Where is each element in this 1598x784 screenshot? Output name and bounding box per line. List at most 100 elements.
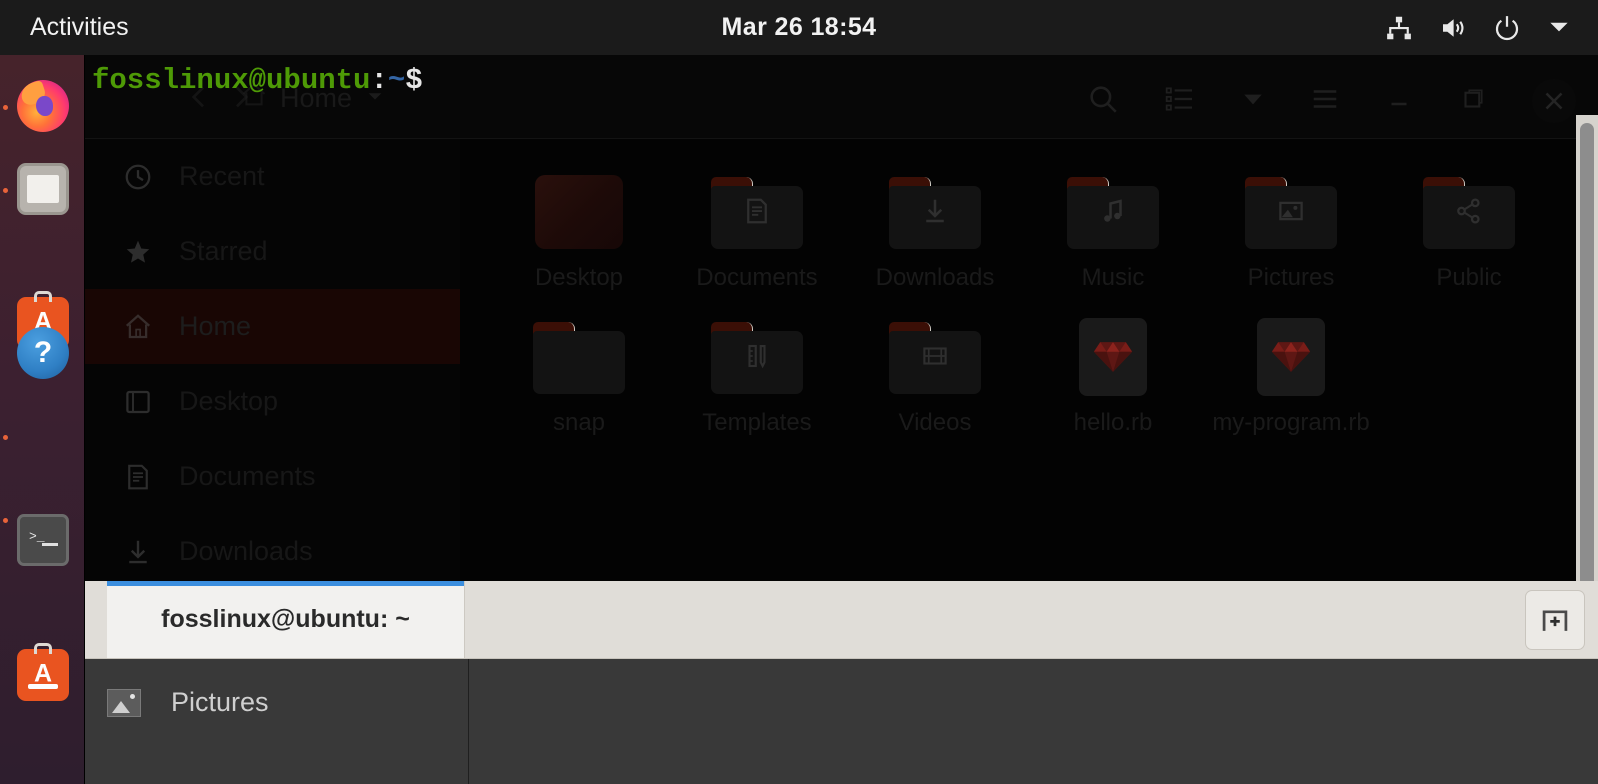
sidebar-item-downloads[interactable]: Downloads: [85, 514, 460, 584]
downloads-icon: [123, 537, 153, 567]
file-manager-scrollbar[interactable]: [1576, 115, 1598, 584]
file-label: hello.rb: [1073, 409, 1153, 437]
clock[interactable]: Mar 26 18:54: [0, 0, 1598, 55]
terminal-tab-label: fosslinux@ubuntu: ~: [161, 605, 410, 633]
file-label: Public: [1436, 264, 1502, 291]
sidebar-item-label: Starred: [179, 236, 268, 266]
running-indicator: [3, 188, 8, 193]
sidebar-item-recent[interactable]: Recent: [85, 139, 460, 214]
file-label: Downloads: [875, 264, 995, 291]
search-icon[interactable]: [1086, 82, 1120, 121]
sidebar-item-label: Documents: [179, 461, 316, 491]
ruby-file-icon: [1067, 314, 1159, 398]
list-item-label: Pictures: [171, 687, 269, 717]
file-item[interactable]: Music: [1024, 155, 1202, 292]
file-label: my-program.rb: [1212, 409, 1370, 437]
folder-icon: [711, 169, 803, 253]
clock-icon: [123, 162, 153, 192]
list-view-icon[interactable]: [1164, 83, 1196, 120]
file-item[interactable]: Pictures: [1202, 155, 1380, 292]
file-label: snap: [552, 409, 606, 437]
breadcrumb-label: Home: [280, 82, 353, 113]
image-icon: [107, 688, 141, 717]
sidebar-item-label: Downloads: [179, 536, 313, 566]
hamburger-menu-icon[interactable]: [1310, 84, 1340, 119]
list-item[interactable]: Pictures: [107, 687, 269, 718]
sidebar-item-label: Home: [179, 311, 252, 341]
ruler-pencil-icon: [711, 340, 803, 377]
file-item[interactable]: hello.rb: [1024, 300, 1202, 437]
breadcrumb[interactable]: Home: [240, 82, 386, 114]
maximize-icon[interactable]: [1458, 84, 1488, 119]
volume-icon[interactable]: [1438, 13, 1468, 43]
star-icon: [123, 237, 153, 267]
system-tray: [1384, 0, 1576, 55]
desktop-screen: Home Recent Starred Home Desktop Documen…: [0, 0, 1598, 784]
folder-icon: [1067, 169, 1159, 253]
folder-icon: [1423, 169, 1515, 253]
ruby-gem-icon: [1271, 342, 1311, 373]
file-manager-header: Home: [85, 55, 1598, 139]
file-label: Videos: [898, 409, 972, 437]
documents-icon: [123, 462, 153, 492]
folder-icon: [533, 314, 625, 398]
back-button[interactable]: [183, 81, 215, 113]
file-item[interactable]: Videos: [846, 300, 1024, 437]
sidebar-item-documents[interactable]: Documents: [85, 439, 460, 514]
close-icon[interactable]: [1532, 79, 1576, 123]
file-item[interactable]: Documents: [668, 155, 846, 292]
dock-item-firefox[interactable]: [17, 80, 69, 132]
file-label: Desktop: [534, 264, 624, 291]
running-indicator: [3, 518, 8, 523]
ruby-file-icon: [1245, 314, 1337, 398]
file-item[interactable]: Downloads: [846, 155, 1024, 292]
file-item[interactable]: snap: [490, 300, 668, 437]
terminal-body[interactable]: Pictures: [85, 659, 1598, 784]
new-tab-button[interactable]: [1525, 590, 1585, 650]
desktop-icon: [123, 387, 153, 417]
file-item[interactable]: my-program.rb: [1202, 300, 1380, 437]
file-label: Documents: [696, 264, 818, 291]
file-item[interactable]: Public: [1380, 155, 1558, 292]
music-note-icon: [1067, 195, 1159, 232]
power-icon[interactable]: [1492, 13, 1522, 43]
document-icon: [711, 195, 803, 232]
terminal-tab[interactable]: fosslinux@ubuntu: ~: [107, 581, 465, 658]
running-indicator: [3, 435, 8, 440]
sidebar-item-starred[interactable]: Starred: [85, 214, 460, 289]
chevron-down-icon[interactable]: [1546, 13, 1576, 43]
file-manager-window: Home Recent Starred Home Desktop Documen…: [85, 55, 1598, 584]
folder-icon: [1245, 169, 1337, 253]
file-item[interactable]: Desktop: [490, 155, 668, 292]
file-grid: Desktop Documents Downloads Music Pictur…: [490, 155, 1558, 438]
folder-icon: [711, 314, 803, 398]
sidebar-item-label: Desktop: [179, 386, 279, 416]
film-icon: [889, 340, 981, 377]
chevron-down-icon[interactable]: [364, 83, 386, 114]
desktop-thumbnail-icon: [533, 169, 625, 253]
scrollbar-thumb[interactable]: [1580, 123, 1594, 584]
file-label: Templates: [702, 409, 812, 437]
sidebar-item-label: Recent: [179, 161, 265, 191]
panel-divider: [468, 659, 469, 784]
dock-item-help[interactable]: ?: [17, 327, 69, 379]
file-label: Music: [1081, 264, 1145, 291]
folder-icon: [889, 314, 981, 398]
file-manager-sidebar: Recent Starred Home Desktop Documents Do…: [85, 139, 460, 584]
home-icon: [123, 312, 153, 342]
dock-item-ubuntu-software-2[interactable]: A: [17, 643, 69, 701]
terminal-tabbar: fosslinux@ubuntu: ~: [85, 581, 1598, 659]
running-indicator: [3, 105, 8, 110]
file-item[interactable]: Templates: [668, 300, 846, 437]
ruby-gem-icon: [1093, 342, 1133, 373]
sidebar-item-home[interactable]: Home: [85, 289, 460, 364]
dock-item-terminal[interactable]: >_: [17, 514, 69, 566]
file-label: Pictures: [1247, 264, 1335, 291]
chevron-down-icon[interactable]: [1240, 86, 1266, 117]
minimize-icon[interactable]: [1384, 84, 1414, 119]
network-icon[interactable]: [1384, 13, 1414, 43]
dock-item-files[interactable]: [17, 163, 69, 215]
file-manager-header-actions: [1086, 79, 1576, 123]
dock: A ? >_ A: [0, 55, 85, 784]
sidebar-item-desktop[interactable]: Desktop: [85, 364, 460, 439]
